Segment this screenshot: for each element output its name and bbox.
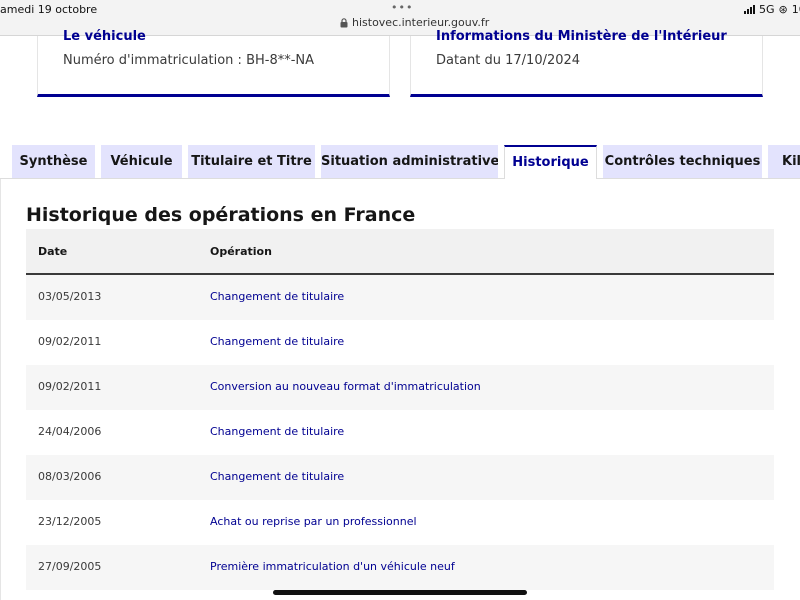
table-row: 09/02/2011 Changement de titulaire	[26, 320, 774, 365]
registration-number: Numéro d'immatriculation : BH-8**-NA	[63, 53, 315, 68]
row-date: 09/02/2011	[38, 335, 102, 348]
row-operation-link[interactable]: Première immatriculation d'un véhicule n…	[210, 560, 455, 573]
history-table: Date Opération 03/05/2013 Changement de …	[26, 229, 774, 590]
section-title: Historique des opérations en France	[26, 204, 416, 226]
tab-titulaire-titre[interactable]: Titulaire et Titre	[188, 145, 315, 178]
row-operation-link[interactable]: Changement de titulaire	[210, 425, 344, 438]
table-row: 09/02/2011 Conversion au nouveau format …	[26, 365, 774, 410]
table-header: Date Opération	[26, 229, 774, 275]
lock-icon	[340, 17, 348, 27]
more-dots-icon[interactable]: •••	[391, 1, 413, 14]
status-right: 5G ⊛ 10	[744, 3, 800, 16]
column-header-date: Date	[38, 245, 68, 258]
table-row: 23/12/2005 Achat ou reprise par un profe…	[26, 500, 774, 545]
battery-label: 10	[791, 3, 800, 16]
vehicle-card: Le véhicule Numéro d'immatriculation : B…	[37, 29, 390, 97]
table-row: 08/03/2006 Changement de titulaire	[26, 455, 774, 500]
table-row: 03/05/2013 Changement de titulaire	[26, 275, 774, 320]
row-operation-link[interactable]: Changement de titulaire	[210, 335, 344, 348]
tab-controles-techniques[interactable]: Contrôles techniques	[603, 145, 762, 178]
data-date: Datant du 17/10/2024	[436, 53, 581, 68]
row-date: 24/04/2006	[38, 425, 102, 438]
tab-historique[interactable]: Historique	[504, 145, 597, 179]
tab-situation-administrative[interactable]: Situation administrative	[321, 145, 498, 178]
network-label: 5G	[759, 3, 775, 16]
row-date: 03/05/2013	[38, 290, 102, 303]
row-operation-link[interactable]: Conversion au nouveau format d'immatricu…	[210, 380, 481, 393]
tab-bar: Synthèse Véhicule Titulaire et Titre Sit…	[0, 145, 800, 179]
signal-icon	[744, 5, 755, 14]
vehicle-card-title: Le véhicule	[63, 29, 146, 41]
tab-vehicule[interactable]: Véhicule	[101, 145, 182, 178]
status-date: amedi 19 octobre	[0, 3, 98, 16]
tab-synthese[interactable]: Synthèse	[12, 145, 95, 178]
row-operation-link[interactable]: Changement de titulaire	[210, 470, 344, 483]
table-row: 27/09/2005 Première immatriculation d'un…	[26, 545, 774, 590]
column-header-operation: Opération	[210, 245, 272, 258]
row-operation-link[interactable]: Changement de titulaire	[210, 290, 344, 303]
rotation-lock-icon: ⊛	[778, 3, 788, 16]
row-operation-link[interactable]: Achat ou reprise par un professionnel	[210, 515, 417, 528]
row-date: 27/09/2005	[38, 560, 102, 573]
row-date: 09/02/2011	[38, 380, 102, 393]
row-date: 08/03/2006	[38, 470, 102, 483]
tab-kilometrage[interactable]: Kilo	[768, 145, 800, 178]
table-row: 24/04/2006 Changement de titulaire	[26, 410, 774, 455]
ministry-card: Informations du Ministère de l'Intérieur…	[410, 29, 763, 97]
home-indicator[interactable]	[273, 590, 527, 595]
ministry-card-title: Informations du Ministère de l'Intérieur	[436, 29, 727, 41]
row-date: 23/12/2005	[38, 515, 102, 528]
